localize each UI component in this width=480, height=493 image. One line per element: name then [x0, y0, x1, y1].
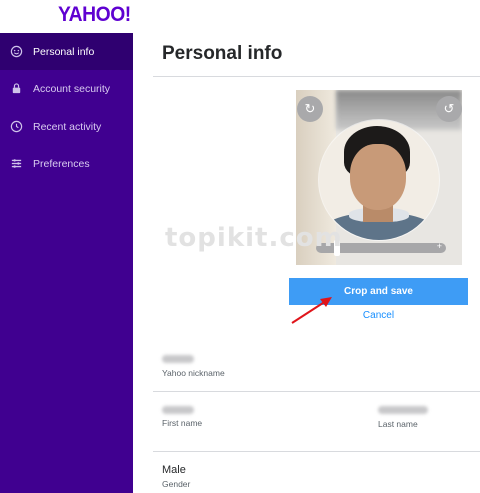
title-divider [153, 76, 480, 77]
sidebar: Personal info Account security Recent ac… [0, 33, 133, 493]
sidebar-item-account-security[interactable]: Account security [0, 70, 133, 107]
sidebar-item-preferences[interactable]: Preferences [0, 145, 133, 182]
first-name-value-blurred [162, 406, 194, 414]
gender-label: Gender [162, 479, 191, 489]
last-name-value-blurred [378, 406, 428, 414]
rotate-right-icon[interactable]: ↺ [436, 96, 462, 122]
sidebar-item-personal-info[interactable]: Personal info [0, 33, 133, 70]
page-title: Personal info [162, 43, 283, 64]
lock-icon [9, 82, 23, 96]
last-name-label: Last name [378, 419, 418, 429]
smiley-icon [9, 45, 23, 59]
sidebar-item-label: Recent activity [33, 120, 102, 133]
photo-face [350, 144, 406, 210]
gender-value: Male [162, 464, 186, 476]
sidebar-item-label: Account security [33, 82, 111, 95]
yahoo-logo[interactable]: YAHOO! [58, 3, 131, 27]
main-content: Personal info ↻ ↺ + topikit.com Crop and… [133, 33, 480, 493]
zoom-plus-icon: + [436, 241, 442, 251]
sidebar-item-label: Preferences [33, 157, 90, 170]
list-settings-icon [9, 157, 23, 171]
profile-photo-crop-circle[interactable] [319, 120, 439, 240]
nickname-value-blurred [162, 355, 194, 363]
field-divider [153, 451, 480, 452]
first-name-label: First name [162, 418, 203, 428]
nickname-label: Yahoo nickname [162, 368, 225, 378]
sidebar-item-label: Personal info [33, 45, 95, 58]
rotate-left-icon[interactable]: ↻ [297, 96, 323, 122]
sidebar-item-recent-activity[interactable]: Recent activity [0, 108, 133, 145]
watermark: topikit.com [165, 223, 343, 253]
header-bar: YAHOO! [0, 0, 480, 33]
field-divider [153, 391, 480, 392]
clock-icon [9, 120, 23, 134]
cancel-link[interactable]: Cancel [289, 310, 468, 321]
